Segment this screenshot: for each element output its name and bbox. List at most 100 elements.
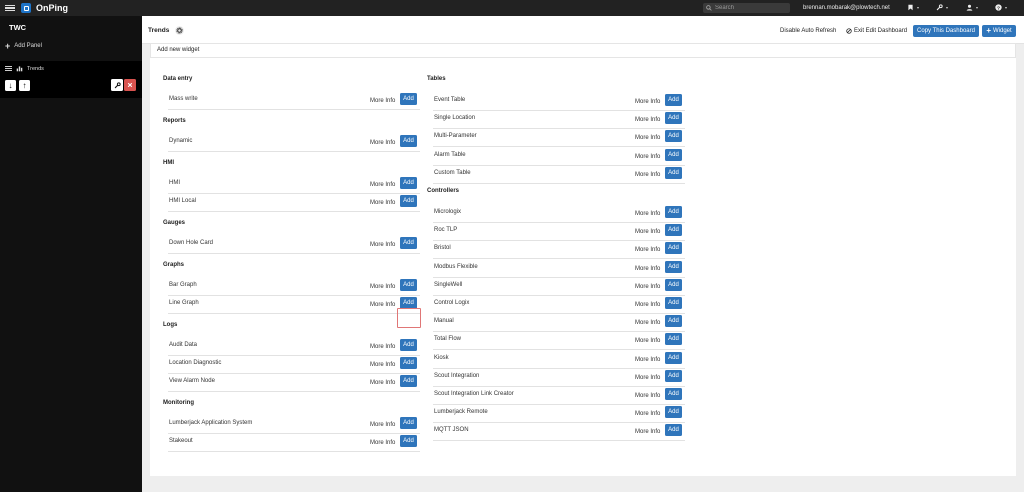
widget-row: Kiosk More Info Add [433,351,685,369]
brand-name[interactable]: OnPing [36,3,68,13]
search-box[interactable] [703,3,790,13]
add-widget-item-button[interactable]: Add [665,206,682,218]
edit-panel-button[interactable] [111,79,123,91]
add-widget-item-button[interactable]: Add [665,224,682,237]
widget-row: Stakeout More Info Add [168,434,420,452]
add-widget-item-button[interactable]: Add [665,148,682,161]
widget-name: Alarm Table [434,151,466,158]
search-input[interactable] [715,5,785,11]
panel-label: Trends [27,65,44,72]
drag-handle-icon[interactable] [5,66,12,71]
add-widget-button[interactable]: + Widget [982,25,1016,37]
widget-row: Modbus Flexible More Info Add [433,260,685,278]
more-info-link[interactable]: More Info [635,247,660,253]
add-widget-item-button[interactable]: Add [400,177,417,189]
more-info-link[interactable]: More Info [370,302,395,308]
widget-name: Scout Integration [434,372,480,379]
more-info-link[interactable]: More Info [370,284,395,290]
more-info-link[interactable]: More Info [370,182,395,188]
more-info-link[interactable]: More Info [635,338,660,344]
more-info-link[interactable]: More Info [370,422,395,428]
add-widget-item-button[interactable]: Add [665,94,682,106]
section-title: Controllers [427,188,460,194]
more-info-link[interactable]: More Info [635,211,660,217]
more-info-link[interactable]: More Info [635,229,660,235]
add-widget-item-button[interactable]: Add [665,351,682,364]
add-widget-item-button[interactable]: Add [400,435,417,447]
more-info-link[interactable]: More Info [635,99,660,105]
more-info-link[interactable]: More Info [635,284,660,290]
widget-name: Custom Table [434,169,471,176]
add-widget-item-button[interactable]: Add [665,297,682,309]
more-info-link[interactable]: More Info [370,380,395,386]
add-widget-item-button[interactable]: Add [400,195,417,207]
more-info-link[interactable]: More Info [370,98,395,104]
bookmark-menu[interactable] [907,4,919,11]
add-widget-item-button[interactable]: Add [665,424,682,437]
add-panel-button[interactable]: + Add Panel [5,42,42,51]
help-menu[interactable]: ? [995,4,1007,11]
more-info-link[interactable]: More Info [635,320,660,326]
add-widget-item-button[interactable]: Add [665,112,682,125]
disable-auto-refresh-button[interactable]: Disable Auto Refresh [780,28,836,34]
widget-row: Line Graph More Info Add [168,296,420,314]
widget-name: Modbus Flexible [434,263,478,270]
add-widget-item-button[interactable]: Add [400,417,417,429]
add-widget-item-button[interactable]: Add [400,279,417,291]
copy-dashboard-button[interactable]: Copy This Dashboard [913,25,979,37]
add-panel-label: Add Panel [14,43,42,49]
widget-name: Mass write [169,96,198,102]
delete-panel-button[interactable] [124,79,136,91]
more-info-link[interactable]: More Info [635,429,660,435]
widget-name: Manual [434,318,454,325]
add-widget-item-button[interactable]: Add [400,93,417,105]
add-widget-item-button[interactable]: Add [400,135,417,147]
add-widget-item-button[interactable]: Add [665,315,682,328]
add-widget-item-button[interactable]: Add [400,375,417,387]
user-menu[interactable] [966,4,978,11]
add-widget-item-button[interactable]: Add [665,260,682,273]
more-info-link[interactable]: More Info [635,357,660,363]
add-widget-item-button[interactable]: Add [400,357,417,369]
more-info-link[interactable]: More Info [635,266,660,272]
more-info-link[interactable]: More Info [635,393,660,399]
add-widget-item-button[interactable]: Add [665,388,682,400]
move-up-button[interactable]: ↑ [19,80,30,91]
add-widget-item-button[interactable]: Add [665,369,682,382]
more-info-link[interactable]: More Info [370,242,395,248]
section-title: Graphs [163,262,185,268]
add-widget-item-button[interactable]: Add [665,278,682,291]
search-icon [706,5,712,11]
more-info-link[interactable]: More Info [635,375,660,381]
tools-menu[interactable] [936,4,948,11]
more-info-link[interactable]: More Info [370,362,395,368]
menu-icon[interactable] [5,4,15,12]
move-down-button[interactable]: ↓ [5,80,16,91]
more-info-link[interactable]: More Info [635,172,660,178]
more-info-link[interactable]: More Info [635,117,660,123]
widget-row: HMI Local More Info Add [168,194,420,212]
exit-edit-dashboard-button[interactable]: Exit Edit Dashboard [846,28,907,34]
more-info-link[interactable]: More Info [635,302,660,308]
more-info-link[interactable]: More Info [635,154,660,160]
add-widget-item-button[interactable]: Add [400,339,417,351]
more-info-link[interactable]: More Info [370,140,395,146]
more-info-link[interactable]: More Info [370,200,395,206]
widget-row: Alarm Table More Info Add [433,148,685,166]
add-widget-item-button[interactable]: Add [665,333,682,346]
widget-name: Event Table [434,97,466,103]
widget-row: Audit Data More Info Add [168,338,420,356]
add-widget-item-button[interactable]: Add [400,237,417,249]
add-widget-item-button[interactable]: Add [665,166,682,179]
settings-button[interactable] [175,26,184,35]
section-title: Data entry [163,76,193,82]
sidebar-panel-trends[interactable]: Trends ↓ ↑ [0,61,142,98]
add-widget-item-button[interactable]: Add [665,406,682,419]
add-widget-item-button[interactable]: Add [665,130,682,143]
more-info-link[interactable]: More Info [635,411,660,417]
more-info-link[interactable]: More Info [635,135,660,141]
more-info-link[interactable]: More Info [370,440,395,446]
more-info-link[interactable]: More Info [370,344,395,350]
widget-row: Down Hole Card More Info Add [168,236,420,254]
add-widget-item-button[interactable]: Add [665,242,682,255]
